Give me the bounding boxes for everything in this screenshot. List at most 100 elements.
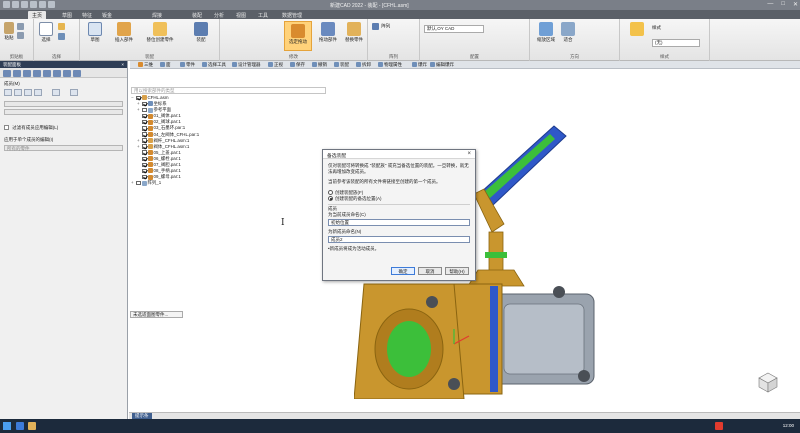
apply-edits-dropdown[interactable]: 所有的零件	[4, 145, 123, 151]
close-button[interactable]: ✕	[793, 1, 798, 8]
assembly-tab-icon[interactable]	[13, 70, 21, 77]
tab-sheetmetal[interactable]: 钣金	[98, 11, 116, 19]
bolt-4[interactable]	[578, 370, 590, 382]
visibility-checkbox[interactable]	[136, 180, 141, 186]
tab-assembly[interactable]: 装配	[188, 11, 206, 19]
ctx-save[interactable]: 保存	[290, 62, 305, 68]
radio-family[interactable]	[328, 190, 333, 196]
visibility-checkbox[interactable]	[142, 132, 147, 137]
tab-sketch[interactable]: 草图	[58, 11, 76, 19]
member-list-icon[interactable]	[70, 89, 78, 96]
visibility-checkbox[interactable]	[142, 174, 147, 180]
configuration-dropdown[interactable]: 默认,OY CAD	[424, 25, 484, 33]
in-place-create-button[interactable]: 替位创建零件	[140, 22, 180, 43]
ctx-edit-explode[interactable]: 编辑爆炸	[430, 62, 454, 68]
ctx-disassemble[interactable]: 拆卸	[356, 62, 371, 68]
start-icon[interactable]	[3, 422, 11, 430]
maximize-button[interactable]: □	[781, 1, 785, 8]
style-button[interactable]	[626, 22, 648, 37]
configs-tab-icon[interactable]	[73, 70, 81, 77]
undo-icon[interactable]	[39, 1, 46, 8]
visibility-checkbox[interactable]	[142, 156, 147, 162]
select-drag-button[interactable]: 选定拖动	[284, 21, 312, 51]
insert-component-button[interactable]: 插入部件	[110, 22, 138, 43]
visibility-checkbox[interactable]	[142, 150, 147, 155]
visibility-checkbox[interactable]	[142, 162, 147, 168]
ctx-design-manager[interactable]: 设计管理器	[232, 62, 261, 68]
tab-home[interactable]: 主页	[28, 11, 47, 19]
tab-view[interactable]: 视图	[232, 11, 250, 19]
bolt-3[interactable]	[553, 286, 565, 298]
minimize-button[interactable]: —	[767, 1, 773, 8]
sensors-tab-icon[interactable]	[53, 70, 61, 77]
visibility-checkbox[interactable]	[142, 168, 147, 174]
view-cube-icon[interactable]	[757, 371, 779, 393]
ctx-face[interactable]: 面	[160, 62, 171, 68]
ctx-3d[interactable]: 三维	[138, 62, 153, 68]
tray-ime-icon[interactable]	[715, 422, 723, 430]
help-button[interactable]: 帮助(H)	[445, 267, 469, 275]
tab-analysis[interactable]: 分析	[210, 11, 228, 19]
assemble-button[interactable]: 装配	[190, 22, 212, 43]
zoom-area-button[interactable]: 缩放区域	[536, 22, 556, 43]
ctx-part[interactable]: 零件	[180, 62, 195, 68]
ctx-physical-properties[interactable]: 物理属性	[378, 62, 402, 68]
tab-data-management[interactable]: 数据管理	[278, 11, 306, 19]
pathfinder-tab-icon[interactable]	[3, 70, 11, 77]
panel-close-icon[interactable]: ×	[121, 62, 124, 67]
ctx-select-tool[interactable]: 选择工具	[202, 62, 226, 68]
ctx-explode[interactable]: 爆炸	[412, 62, 427, 68]
relations-tab-icon[interactable]	[63, 70, 71, 77]
pattern-button[interactable]: 阵列	[372, 23, 390, 30]
visibility-checkbox[interactable]	[136, 95, 141, 101]
show-member-icon[interactable]	[52, 89, 60, 96]
style-dropdown[interactable]: (无)	[652, 39, 700, 47]
members-list-row[interactable]	[4, 109, 123, 115]
tree-node[interactable]: + 阵列_1	[131, 180, 291, 186]
sketch-button[interactable]: 草图	[86, 22, 104, 43]
tab-features[interactable]: 特征	[78, 11, 96, 19]
new-member-input[interactable]: 成员2	[328, 236, 470, 243]
ok-button[interactable]: 确定	[391, 267, 415, 275]
ctx-undo[interactable]: 撤销	[312, 62, 327, 68]
layers-tab-icon[interactable]	[33, 70, 41, 77]
save-icon[interactable]	[30, 1, 37, 8]
graphics-viewport[interactable]: 用以搜索部件的类型 − CFHL.asm + 坐标系 + 参考平面 01_阀体.par:1 0…	[129, 69, 800, 412]
tree-search-input[interactable]: 用以搜索部件的类型	[131, 87, 326, 94]
visibility-checkbox[interactable]	[142, 144, 147, 149]
ctx-front-view[interactable]: 正视	[268, 62, 283, 68]
visibility-checkbox[interactable]	[142, 126, 147, 131]
new-file-icon[interactable]	[12, 1, 19, 8]
visibility-checkbox[interactable]	[142, 107, 147, 113]
drag-component-button[interactable]: 拖动部件	[316, 22, 340, 43]
replace-part-button[interactable]: 替换零件	[342, 22, 366, 43]
option-alternate-position[interactable]: 创建装配的备选位置(A)	[328, 196, 470, 202]
bolt-1[interactable]	[426, 296, 438, 308]
ctx-assembly[interactable]: 装配	[334, 62, 349, 68]
redo-icon[interactable]	[48, 1, 55, 8]
delete-member-icon[interactable]	[14, 89, 22, 96]
bolt-2[interactable]	[448, 378, 460, 390]
current-member-input[interactable]: 初始位置	[328, 219, 470, 226]
select-button[interactable]: 选择	[38, 22, 54, 43]
visibility-checkbox[interactable]	[142, 119, 147, 125]
filter-member-edits[interactable]: 过滤有成员应用编辑(L)	[4, 125, 58, 131]
tab-weld[interactable]: 焊接	[148, 11, 166, 19]
tab-tools[interactable]: 工具	[254, 11, 272, 19]
taskbar-app-icon[interactable]	[16, 422, 24, 430]
taskbar-explorer-icon[interactable]	[28, 422, 36, 430]
filter-checkbox[interactable]	[4, 125, 9, 131]
new-member-icon[interactable]	[4, 89, 12, 96]
app-logo-icon[interactable]	[3, 1, 10, 8]
open-file-icon[interactable]	[21, 1, 28, 8]
cut-button[interactable]	[17, 23, 25, 30]
cancel-button[interactable]: 取消	[418, 267, 442, 275]
select-filter-button[interactable]	[58, 23, 66, 30]
visibility-checkbox[interactable]	[142, 138, 147, 143]
select-box-button[interactable]	[58, 33, 66, 40]
features-tab-icon[interactable]	[43, 70, 51, 77]
members-list[interactable]	[4, 101, 123, 107]
visibility-checkbox[interactable]	[142, 101, 147, 107]
fit-button[interactable]: 适合	[560, 22, 576, 43]
radio-alternate-position[interactable]	[328, 196, 333, 202]
